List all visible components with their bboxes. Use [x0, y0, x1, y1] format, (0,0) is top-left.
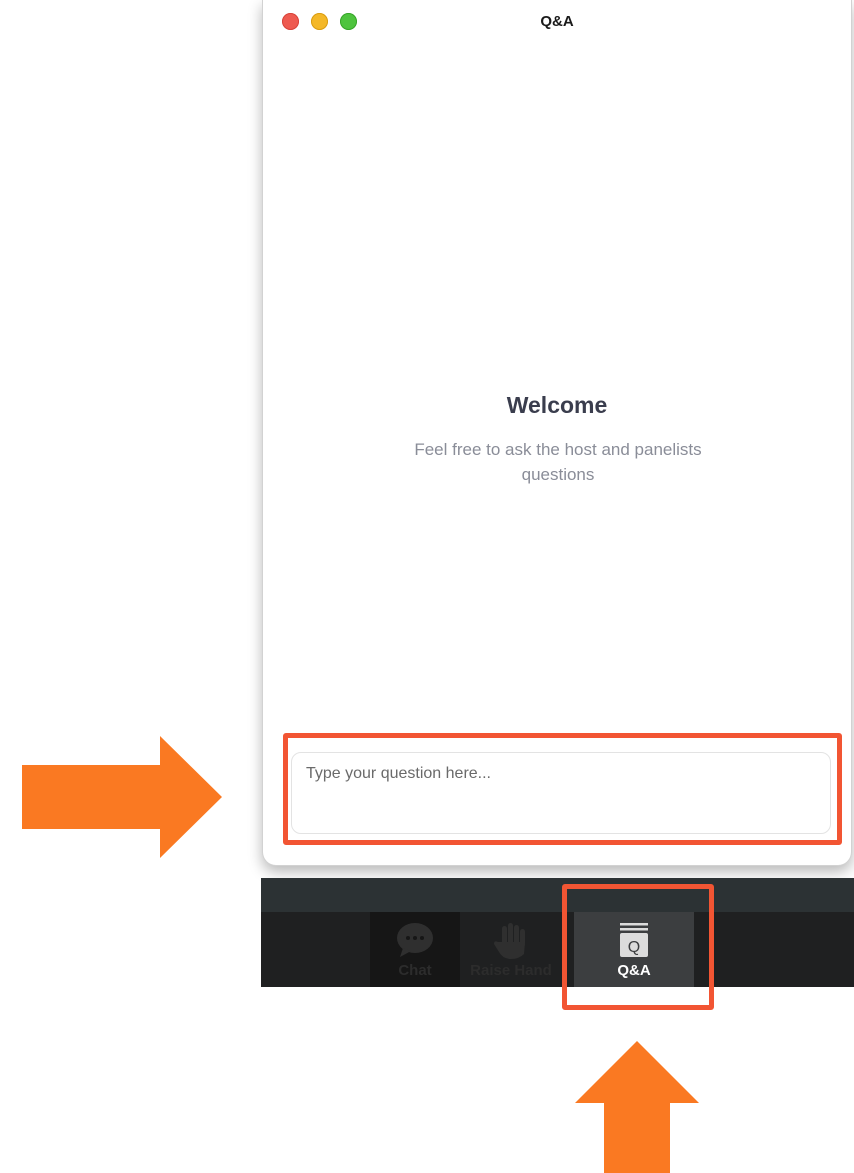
chat-label: Chat — [398, 962, 432, 979]
toolbar-top-strip — [261, 878, 854, 912]
raise-hand-button[interactable]: Raise Hand — [461, 912, 561, 987]
welcome-heading: Welcome — [506, 392, 608, 418]
welcome-message: Feel free to ask the host and panelists … — [414, 440, 702, 484]
arrow-right-icon — [22, 736, 222, 858]
arrow-up-icon — [575, 1041, 699, 1173]
question-input-highlight — [283, 733, 842, 845]
chat-button[interactable]: Chat — [370, 912, 460, 987]
raise-hand-label: Raise Hand — [470, 962, 552, 979]
hand-icon — [461, 920, 561, 960]
meeting-toolbar: Chat Raise Hand Q Q&A — [261, 912, 854, 987]
window-title: Q&A — [540, 13, 574, 30]
chat-bubble-icon — [370, 920, 460, 960]
window-titlebar[interactable]: Q&A — [263, 0, 851, 44]
qa-button-highlight — [562, 884, 714, 1010]
